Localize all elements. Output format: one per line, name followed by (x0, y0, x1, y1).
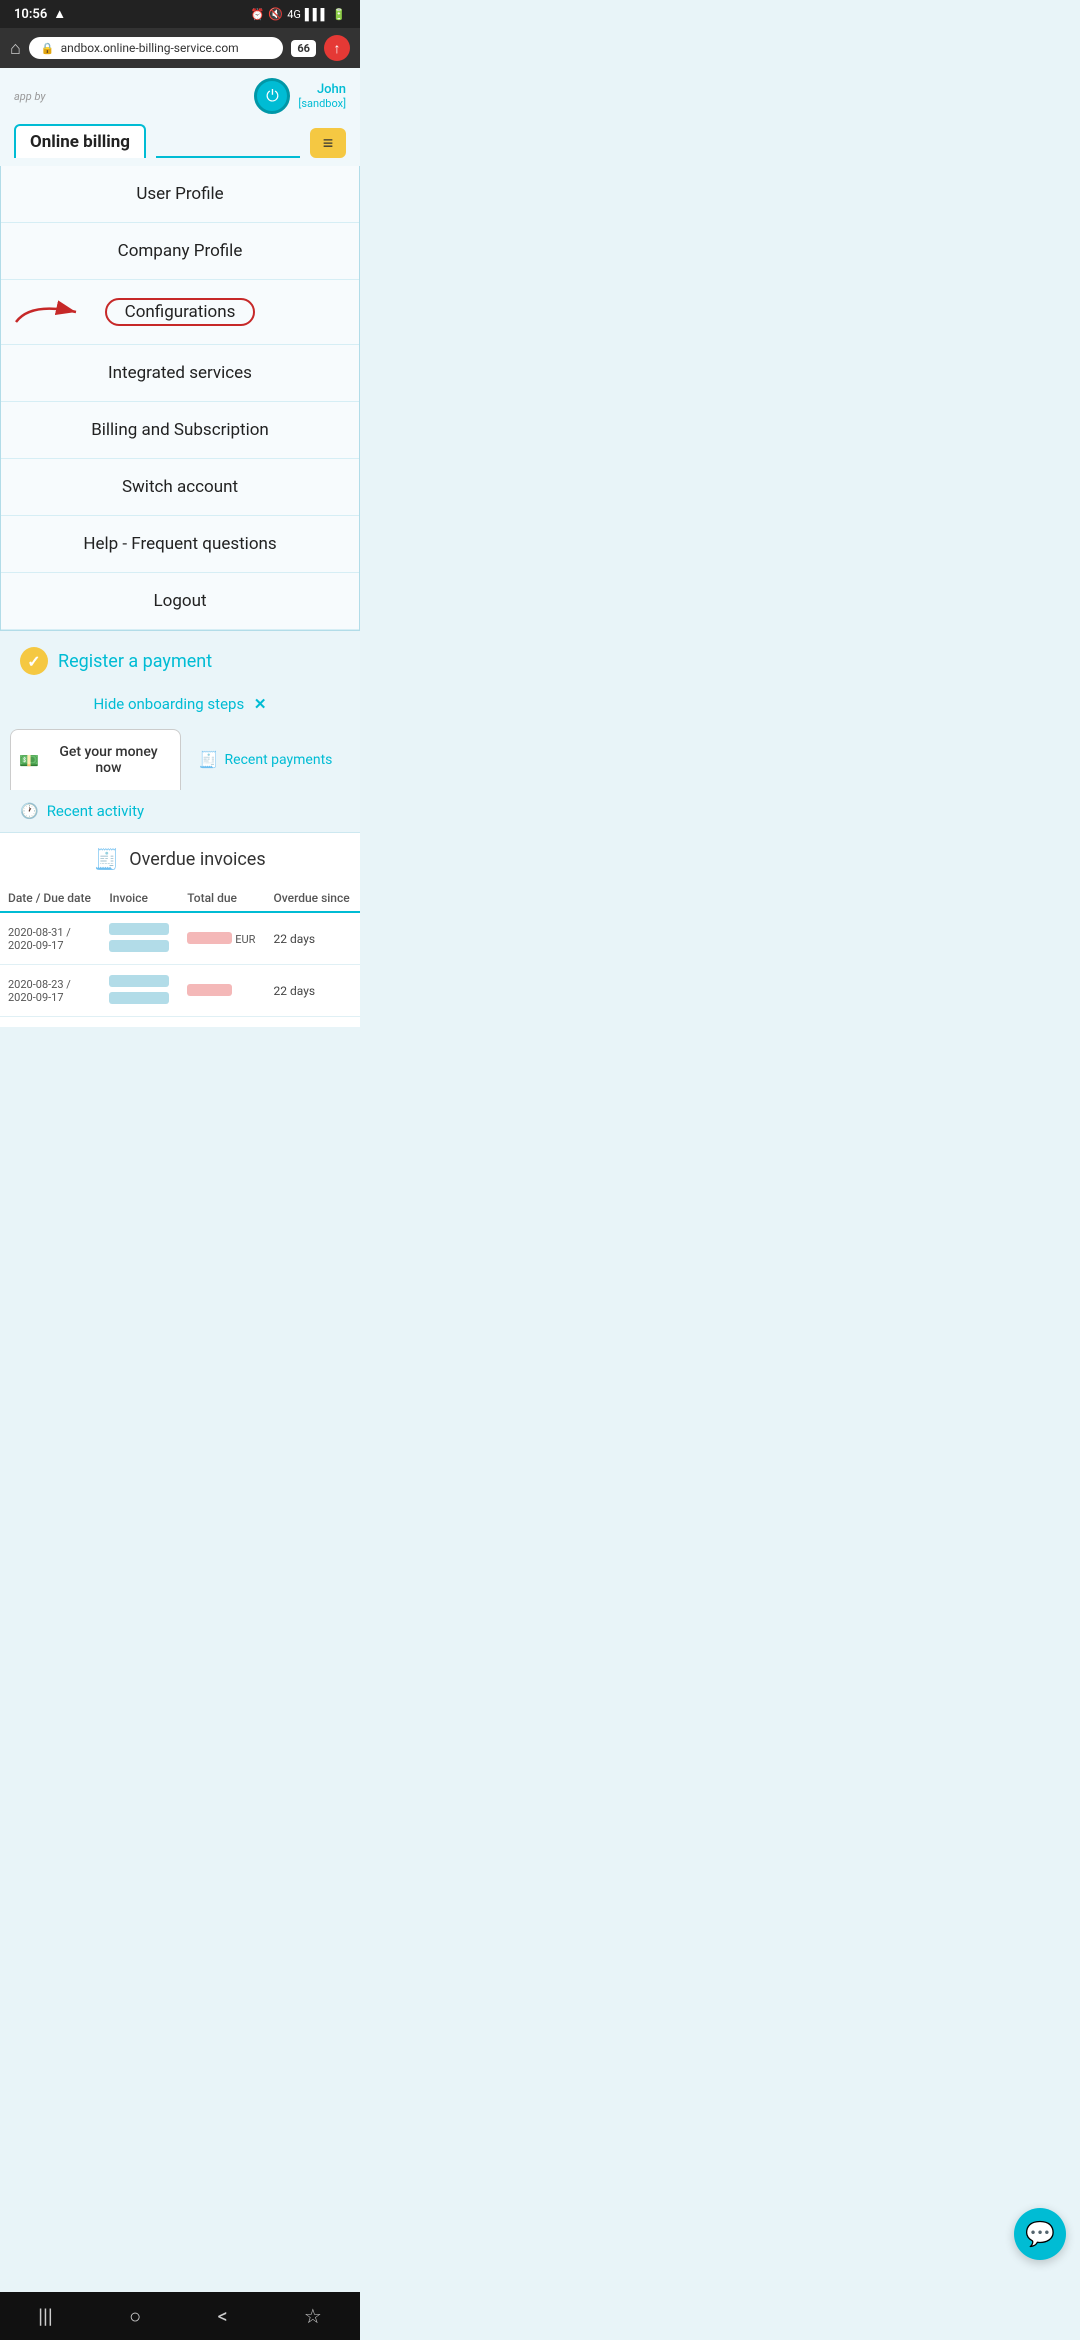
nav-home-icon[interactable]: ○ (129, 2304, 141, 2329)
status-icons: ⏰ 🔇 4G ▌▌▌ 🔋 (251, 7, 346, 21)
menu-item-company-profile[interactable]: Company Profile (1, 223, 359, 280)
switch-account-label: Switch account (122, 477, 238, 497)
user-name-display: John [sandbox] (298, 82, 346, 111)
row1-overdue-since: 22 days (266, 912, 360, 965)
col-invoice: Invoice (101, 885, 179, 912)
tabs-row: 💵 Get your money now 🧾 Recent payments (10, 729, 350, 790)
col-overdue-since: Overdue since (266, 885, 360, 912)
hide-onboarding-row[interactable]: Hide onboarding steps ✕ (0, 691, 360, 729)
row1-date: 2020-08-31 /2020-09-17 (0, 912, 101, 965)
clock-icon: 🕐 (20, 802, 39, 820)
hide-onboarding-text: Hide onboarding steps (93, 695, 244, 713)
lock-icon: 🔒 (41, 42, 55, 55)
app-title-bar: Online billing ≡ (0, 124, 360, 166)
overdue-table: Date / Due date Invoice Total due Overdu… (0, 885, 360, 1017)
menu-button[interactable]: ≡ (310, 128, 346, 158)
nav-bar: ||| ○ < ☆ (0, 2292, 360, 2340)
network-icon: 4G (287, 8, 301, 21)
upload-icon[interactable]: ↑ (324, 35, 350, 61)
menu-item-help[interactable]: Help - Frequent questions (1, 516, 359, 573)
get-money-label: Get your money now (45, 744, 172, 776)
user-area: ⏻ John [sandbox] (254, 78, 346, 114)
time-display: 10:56 (14, 7, 47, 22)
user-profile-label: User Profile (136, 184, 223, 204)
tab-count[interactable]: 66 (291, 40, 316, 57)
app-title: Online billing (14, 124, 146, 158)
register-payment-bar[interactable]: ✓ Register a payment (0, 631, 360, 691)
menu-item-billing-subscription[interactable]: Billing and Subscription (1, 402, 359, 459)
menu-item-configurations[interactable]: Configurations (1, 280, 359, 345)
billing-subscription-label: Billing and Subscription (91, 420, 269, 440)
nav-menu-icon[interactable]: ||| (38, 2304, 53, 2328)
hamburger-icon: ≡ (323, 133, 334, 154)
main-content: ✓ Register a payment Hide onboarding ste… (0, 631, 360, 1027)
browser-bar: ⌂ 🔒 andbox.online-billing-service.com 66… (0, 28, 360, 68)
table-row: 2020-08-31 /2020-09-17 EUR 22 days (0, 912, 360, 965)
home-icon[interactable]: ⌂ (10, 38, 21, 59)
row1-invoice (101, 912, 179, 965)
nav-person-icon[interactable]: ☆ (304, 2304, 322, 2328)
mute-icon: 🔇 (268, 7, 283, 21)
battery-icon: 🔋 (332, 8, 346, 21)
overdue-header: 🧾 Overdue invoices (0, 833, 360, 885)
recent-payments-label: Recent payments (225, 752, 333, 768)
table-row: 2020-08-23 /2020-09-17 22 days (0, 965, 360, 1017)
integrated-services-label: Integrated services (108, 363, 252, 383)
menu-item-logout[interactable]: Logout (1, 573, 359, 630)
check-icon: ✓ (20, 647, 48, 675)
menu-item-switch-account[interactable]: Switch account (1, 459, 359, 516)
register-payment-text: Register a payment (58, 651, 212, 672)
location-icon: ▲ (53, 6, 66, 22)
row2-overdue-since: 22 days (266, 965, 360, 1017)
row2-invoice (101, 965, 179, 1017)
app-by-text: app by (14, 90, 45, 103)
col-date: Date / Due date (0, 885, 101, 912)
url-bar[interactable]: 🔒 andbox.online-billing-service.com (29, 37, 284, 59)
money-icon: 💵 (19, 751, 39, 770)
status-bar: 10:56 ▲ ⏰ 🔇 4G ▌▌▌ 🔋 (0, 0, 360, 28)
alarm-icon: ⏰ (251, 8, 265, 21)
row1-total: EUR (179, 912, 265, 965)
tab-recent-payments[interactable]: 🧾 Recent payments (181, 729, 350, 790)
power-button[interactable]: ⏻ (254, 78, 290, 114)
overdue-title: Overdue invoices (129, 849, 265, 870)
company-profile-label: Company Profile (118, 241, 243, 261)
close-onboarding-icon[interactable]: ✕ (254, 695, 267, 713)
tab-get-money[interactable]: 💵 Get your money now (10, 729, 181, 790)
dropdown-menu: User Profile Company Profile Configurati… (0, 166, 360, 631)
payments-icon: 🧾 (199, 750, 219, 769)
nav-back-icon[interactable]: < (217, 2304, 227, 2328)
configurations-label: Configurations (105, 298, 256, 326)
status-time: 10:56 ▲ (14, 6, 66, 22)
recent-activity-row[interactable]: 🕐 Recent activity (0, 790, 360, 832)
arrow-annotation (11, 292, 101, 332)
menu-item-user-profile[interactable]: User Profile (1, 166, 359, 223)
logout-label: Logout (153, 591, 206, 611)
recent-activity-text: Recent activity (47, 802, 144, 820)
user-sandbox-label: [sandbox] (298, 97, 346, 110)
user-first-name: John (298, 82, 346, 98)
menu-item-integrated-services[interactable]: Integrated services (1, 345, 359, 402)
row2-total (179, 965, 265, 1017)
app-logo: app by (14, 88, 45, 104)
row2-date: 2020-08-23 /2020-09-17 (0, 965, 101, 1017)
signal-icon: ▌▌▌ (305, 8, 328, 21)
help-label: Help - Frequent questions (83, 534, 276, 554)
chat-button[interactable]: 💬 (1014, 2208, 1066, 2260)
overdue-section: 🧾 Overdue invoices Date / Due date Invoi… (0, 832, 360, 1027)
power-icon: ⏻ (266, 86, 279, 106)
url-text: andbox.online-billing-service.com (61, 41, 239, 55)
col-total: Total due (179, 885, 265, 912)
app-header: app by ⏻ John [sandbox] (0, 68, 360, 124)
invoice-icon: 🧾 (94, 847, 119, 871)
chat-icon: 💬 (1025, 2220, 1055, 2248)
